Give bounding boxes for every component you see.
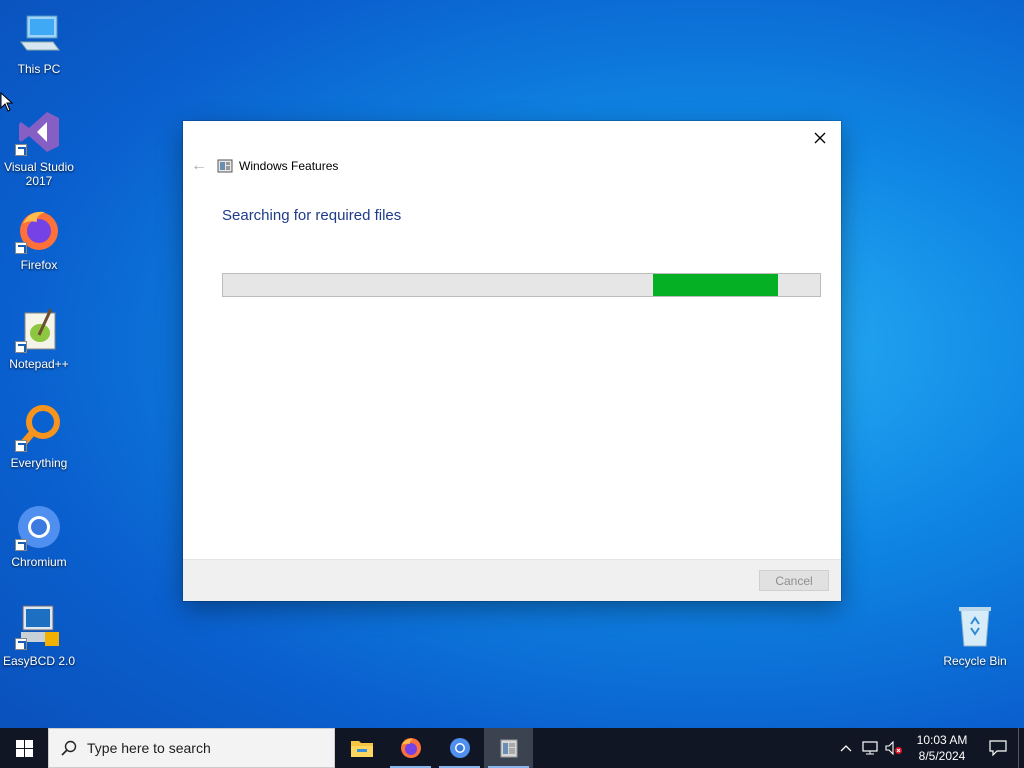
windows-features-dialog: ← Windows Features Searching for require…: [183, 121, 841, 601]
start-button[interactable]: [0, 728, 48, 768]
desktop-icon-label: Notepad++: [9, 357, 69, 371]
clock-date: 8/5/2024: [918, 749, 966, 763]
taskbar-apps: [337, 728, 533, 768]
network-icon: [862, 741, 878, 755]
system-tray: 10:03 AM 8/5/2024: [834, 728, 1024, 768]
desktop-icon-label: Firefox: [20, 258, 58, 272]
desktop-icon-chromium[interactable]: Chromium: [1, 503, 77, 569]
taskbar-search-box[interactable]: Type here to search: [48, 728, 335, 768]
dialog-footer: Cancel: [183, 559, 841, 601]
desktop-icon-visual-studio[interactable]: Visual Studio 2017: [1, 108, 77, 188]
mouse-cursor-icon: [0, 92, 14, 112]
taskbar-file-explorer[interactable]: [337, 728, 386, 768]
desktop-icon-notepadpp[interactable]: Notepad++: [1, 305, 77, 371]
taskbar-chromium[interactable]: [435, 728, 484, 768]
show-hidden-icons-button[interactable]: [834, 728, 858, 768]
shortcut-arrow-icon: [15, 341, 27, 353]
desktop-icon-label: Chromium: [11, 555, 67, 569]
network-button[interactable]: [858, 728, 882, 768]
computer-icon: [15, 10, 63, 58]
desktop-icon-label: Everything: [10, 456, 68, 470]
notepadpp-icon: [15, 305, 63, 353]
volume-muted-icon: [885, 741, 902, 755]
show-desktop-button[interactable]: [1018, 728, 1024, 768]
dialog-titlebar: ← Windows Features: [191, 157, 338, 175]
desktop-icon-recycle-bin[interactable]: Recycle Bin: [937, 602, 1013, 668]
shortcut-arrow-icon: [15, 144, 27, 156]
shortcut-arrow-icon: [15, 638, 27, 650]
desktop-icon-label: This PC: [17, 62, 61, 76]
desktop-icon-label: EasyBCD 2.0: [2, 654, 76, 668]
search-placeholder: Type here to search: [87, 740, 211, 756]
taskbar-firefox[interactable]: [386, 728, 435, 768]
visual-studio-icon: [15, 108, 63, 156]
everything-icon: [15, 404, 63, 452]
easybcd-icon: [15, 602, 63, 650]
taskbar: Type here to search 10:03 AM 8/5/2024: [0, 728, 1024, 768]
desktop-icon-label: Recycle Bin: [943, 654, 1007, 668]
file-explorer-icon: [350, 741, 373, 757]
desktop-icon-everything[interactable]: Everything: [1, 404, 77, 470]
windows-features-icon: [217, 159, 233, 173]
notification-icon: [989, 740, 1007, 756]
recycle-bin-icon: [951, 602, 999, 650]
status-heading: Searching for required files: [222, 207, 402, 224]
volume-button[interactable]: [882, 728, 906, 768]
action-center-button[interactable]: [978, 728, 1018, 768]
close-icon: [814, 132, 826, 144]
windows-logo-icon: [15, 739, 33, 757]
desktop-icon-firefox[interactable]: Firefox: [1, 206, 77, 272]
progress-bar-fill: [652, 274, 779, 296]
shortcut-arrow-icon: [15, 440, 27, 452]
chevron-up-icon: [840, 745, 852, 752]
back-arrow-icon[interactable]: ←: [191, 157, 217, 175]
taskbar-windows-features[interactable]: [484, 728, 533, 768]
desktop-icon-this-pc[interactable]: This PC: [1, 10, 77, 76]
firefox-icon: [400, 738, 421, 758]
shortcut-arrow-icon: [15, 539, 27, 551]
dialog-title: Windows Features: [239, 159, 339, 173]
taskbar-clock[interactable]: 10:03 AM 8/5/2024: [906, 732, 978, 764]
desktop-icon-label: Visual Studio 2017: [4, 160, 74, 188]
cancel-button[interactable]: Cancel: [759, 570, 829, 591]
chromium-icon: [449, 738, 470, 758]
windows-features-icon: [500, 739, 517, 758]
firefox-icon: [15, 206, 63, 254]
chromium-icon: [15, 503, 63, 551]
shortcut-arrow-icon: [15, 242, 27, 254]
clock-time: 10:03 AM: [916, 733, 968, 747]
progress-bar: [222, 273, 821, 297]
close-button[interactable]: [805, 125, 835, 151]
search-icon: [61, 740, 77, 756]
desktop-icon-easybcd[interactable]: EasyBCD 2.0: [1, 602, 77, 668]
